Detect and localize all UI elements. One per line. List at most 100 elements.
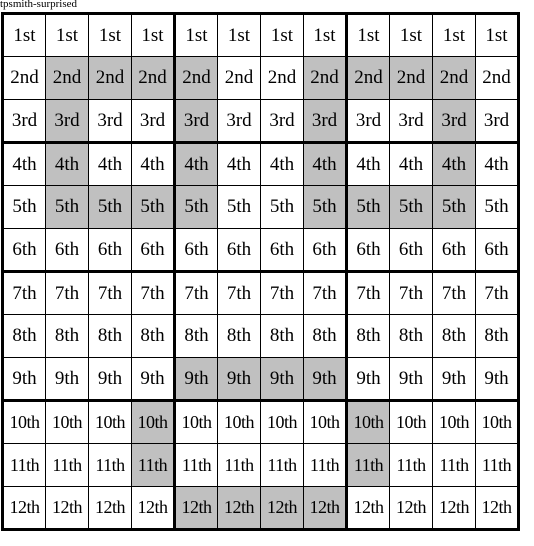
grid-row: 2nd 2nd 2nd 2nd 2nd 2nd 2nd 2nd 2nd 2nd 2nd 2nd: [2, 56, 519, 100]
grid-cell: 10th: [475, 399, 519, 444]
grid-cell: 7th: [303, 270, 347, 315]
grid-cell: 12th: [475, 486, 519, 530]
grid-cell: 2nd: [45, 56, 89, 100]
grid-cell: 4th: [345, 141, 390, 186]
grid-cell: 10th: [88, 399, 132, 444]
grid-cell: 12th: [260, 486, 304, 530]
grid-cell: 3rd: [260, 99, 304, 143]
grid-cell: 1st: [217, 13, 261, 57]
grid-cell: 6th: [131, 228, 175, 272]
grid-cell: 3rd: [345, 99, 390, 143]
grid-cell: 12th: [131, 486, 175, 530]
grid-cell: 7th: [389, 270, 433, 315]
grid-cell: 11th: [2, 443, 46, 487]
grid-cell: 11th: [475, 443, 519, 487]
grid-row: 1st 1st 1st 1st 1st 1st 1st 1st 1st 1st 1st 1st: [2, 13, 519, 57]
grid-cell: 5th: [217, 185, 261, 229]
grid-cell: 5th: [260, 185, 304, 229]
grid-cell: 2nd: [2, 56, 46, 100]
grid-cell: 10th: [217, 399, 261, 444]
grid-cell: 5th: [173, 185, 218, 229]
grid-cell: 3rd: [389, 99, 433, 143]
grid-cell: 5th: [475, 185, 519, 229]
grid-cell: 7th: [432, 270, 476, 315]
grid-cell: 6th: [260, 228, 304, 272]
grid-cell: 9th: [303, 357, 347, 401]
grid-row: 7th 7th 7th 7th 7th 7th 7th 7th 7th 7th 7th 7th: [2, 270, 519, 315]
grid-cell: 3rd: [432, 99, 476, 143]
grid-cell: 6th: [432, 228, 476, 272]
grid-cell: 5th: [432, 185, 476, 229]
grid-cell: 9th: [217, 357, 261, 401]
grid-body: 1st 1st 1st 1st 1st 1st 1st 1st 1st 1st 1st 1st 2nd 2…: [2, 13, 519, 530]
grid-cell: 4th: [45, 141, 89, 186]
grid-cell: 11th: [389, 443, 433, 487]
grid-row: 10th 10th 10th 10th 10th 10th 10th 10th 10th 10th…: [2, 399, 519, 444]
grid-cell: 1st: [2, 13, 46, 57]
grid-cell: 2nd: [217, 56, 261, 100]
grid-cell: 7th: [173, 270, 218, 315]
grid-cell: 6th: [45, 228, 89, 272]
grid-cell: 4th: [389, 141, 433, 186]
grid-cell: 9th: [475, 357, 519, 401]
grid-cell: 8th: [2, 314, 46, 358]
grid-row: 8th 8th 8th 8th 8th 8th 8th 8th 8th 8th 8th 8th: [2, 314, 519, 358]
grid-cell: 7th: [131, 270, 175, 315]
grid-cell: 8th: [217, 314, 261, 358]
grid-cell: 1st: [345, 13, 390, 57]
grid-row: 6th 6th 6th 6th 6th 6th 6th 6th 6th 6th 6th 6th: [2, 228, 519, 272]
grid-cell: 11th: [88, 443, 132, 487]
grid-cell: 1st: [45, 13, 89, 57]
grid-cell: 6th: [345, 228, 390, 272]
grid-cell: 10th: [389, 399, 433, 444]
grid-cell: 4th: [88, 141, 132, 186]
grid-cell: 3rd: [173, 99, 218, 143]
figure-caption: tpsmith-surprised: [0, 0, 77, 10]
grid-cell: 12th: [173, 486, 218, 530]
grid-cell: 9th: [2, 357, 46, 401]
grid-cell: 2nd: [88, 56, 132, 100]
grid-cell: 9th: [389, 357, 433, 401]
grid-cell: 12th: [345, 486, 390, 530]
grid-cell: 10th: [432, 399, 476, 444]
grid-cell: 1st: [88, 13, 132, 57]
grid-cell: 12th: [45, 486, 89, 530]
grid-cell: 4th: [131, 141, 175, 186]
grid-cell: 10th: [131, 399, 175, 444]
grid-cell: 6th: [217, 228, 261, 272]
grid-cell: 6th: [389, 228, 433, 272]
grid-cell: 2nd: [260, 56, 304, 100]
grid-cell: 8th: [88, 314, 132, 358]
grid-cell: 1st: [131, 13, 175, 57]
grid-cell: 4th: [217, 141, 261, 186]
grid-cell: 4th: [173, 141, 218, 186]
grid-cell: 11th: [303, 443, 347, 487]
grid-row: 12th 12th 12th 12th 12th 12th 12th 12th 12th 12th…: [2, 486, 519, 530]
grid-cell: 6th: [303, 228, 347, 272]
grid-cell: 4th: [432, 141, 476, 186]
grid-cell: 11th: [173, 443, 218, 487]
grid-cell: 9th: [173, 357, 218, 401]
grid-cell: 11th: [131, 443, 175, 487]
grid-cell: 4th: [303, 141, 347, 186]
grid-cell: 9th: [260, 357, 304, 401]
grid-cell: 11th: [432, 443, 476, 487]
grid-cell: 10th: [303, 399, 347, 444]
grid-cell: 2nd: [303, 56, 347, 100]
grid-cell: 2nd: [345, 56, 390, 100]
grid-row: 11th 11th 11th 11th 11th 11th 11th 11th 11th 11th…: [2, 443, 519, 487]
grid-cell: 9th: [432, 357, 476, 401]
grid-cell: 9th: [345, 357, 390, 401]
schedule-grid: 1st 1st 1st 1st 1st 1st 1st 1st 1st 1st 1st 1st 2nd 2…: [1, 12, 520, 531]
grid-cell: 10th: [173, 399, 218, 444]
grid-row: 5th 5th 5th 5th 5th 5th 5th 5th 5th 5th 5th 5th: [2, 185, 519, 229]
grid-cell: 8th: [45, 314, 89, 358]
grid-cell: 6th: [475, 228, 519, 272]
grid-cell: 4th: [475, 141, 519, 186]
grid-cell: 1st: [260, 13, 304, 57]
grid-cell: 3rd: [131, 99, 175, 143]
grid-cell: 7th: [217, 270, 261, 315]
grid-cell: 2nd: [173, 56, 218, 100]
grid-cell: 8th: [432, 314, 476, 358]
grid-cell: 11th: [45, 443, 89, 487]
